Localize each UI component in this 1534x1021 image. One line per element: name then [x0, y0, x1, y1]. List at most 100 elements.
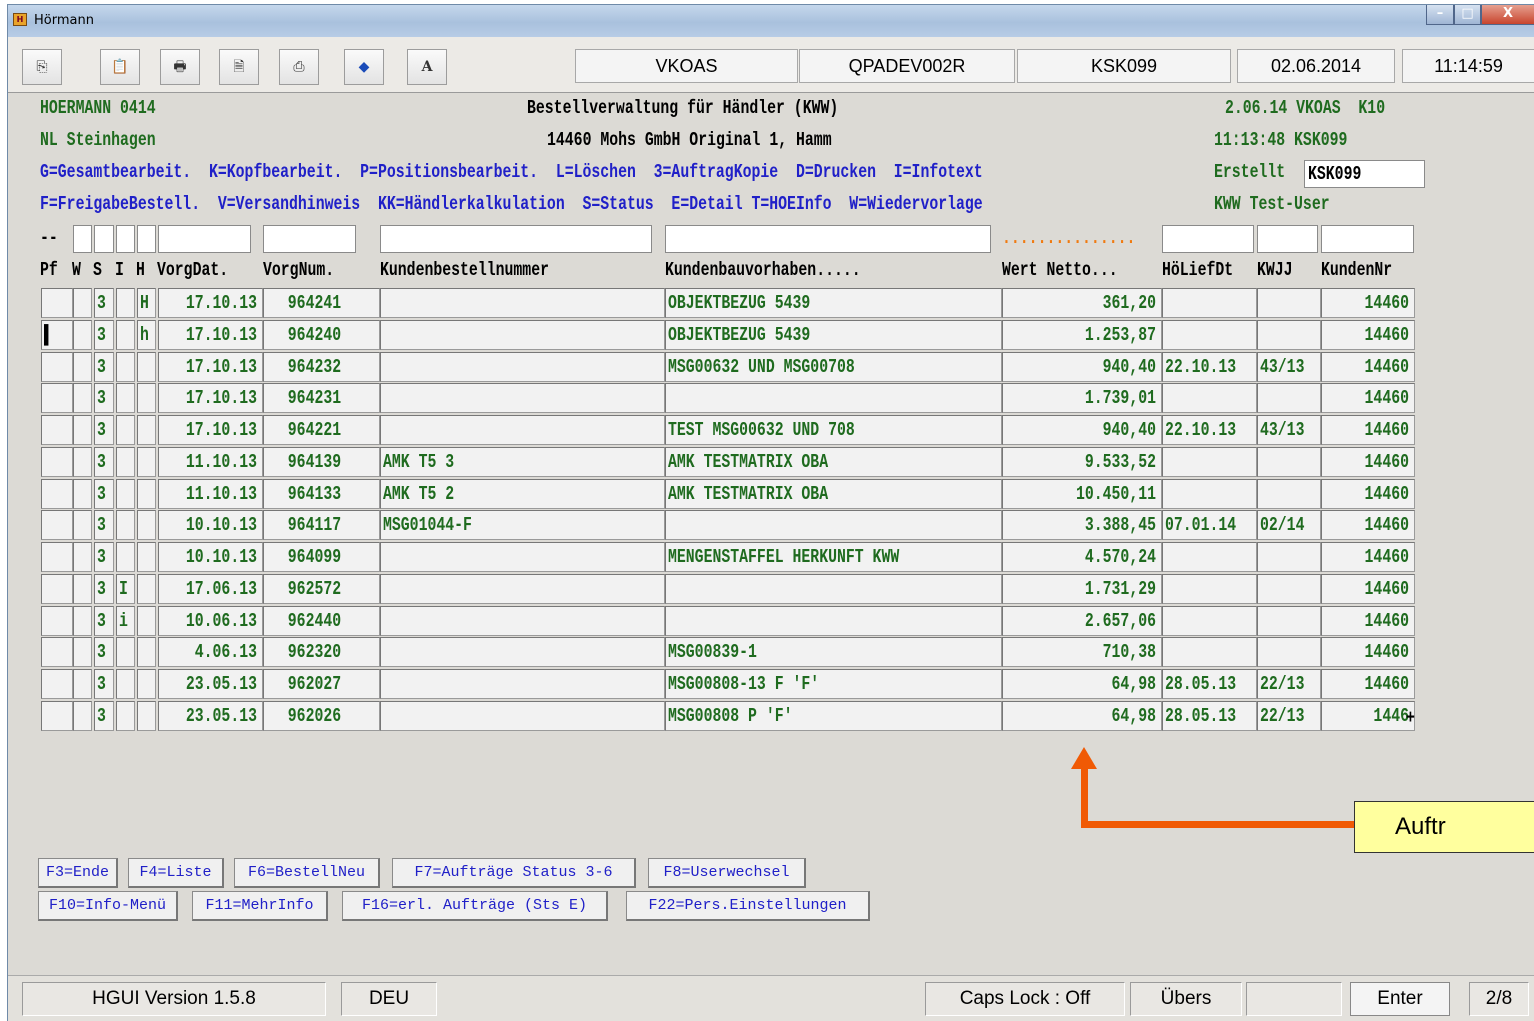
- cell-w-box[interactable]: [73, 542, 92, 572]
- cell-w-box[interactable]: [73, 637, 92, 668]
- cell-kundennr: 14460: [1364, 419, 1409, 441]
- cell-vorgnum: 962572: [287, 577, 341, 600]
- fkey-f11-mehrinfo[interactable]: F11=MehrInfo: [192, 891, 328, 921]
- cell-liefdt-box: [1162, 605, 1257, 636]
- annotation-callout: Auftr: [1354, 801, 1534, 853]
- cell-bestellnr: AMK T5 2: [383, 482, 455, 505]
- cell-s: 3: [97, 450, 106, 473]
- print-icon[interactable]: 🖶: [160, 49, 200, 85]
- diamond-icon[interactable]: ◆: [344, 49, 384, 85]
- fkey-f4-liste[interactable]: F4=Liste: [128, 858, 224, 888]
- user-name-label: KWW Test-User: [1214, 193, 1330, 215]
- col-s: S: [93, 259, 102, 281]
- cell-s: 3: [97, 673, 106, 695]
- cell-pf-box[interactable]: [41, 351, 73, 382]
- col-bestellnr: Kundenbestellnummer: [380, 259, 549, 281]
- cell-i-box: [116, 319, 135, 350]
- cell-w-box[interactable]: [73, 351, 92, 382]
- cell-w-box[interactable]: [73, 478, 92, 509]
- cell-w-box[interactable]: [73, 669, 92, 699]
- cell-wert: 940,40: [1102, 419, 1156, 441]
- copy-icon[interactable]: ⎘: [22, 49, 62, 85]
- cell-w-box[interactable]: [73, 510, 92, 541]
- window-title: Hörmann: [34, 13, 94, 28]
- maximize-button[interactable]: □: [1454, 5, 1481, 25]
- filter-vorgnum[interactable]: [263, 225, 356, 253]
- cell-pf-box[interactable]: [41, 573, 73, 604]
- fkey-f7-auftraege[interactable]: F7=Aufträge Status 3-6: [392, 858, 636, 888]
- cell-w-box[interactable]: [73, 700, 92, 731]
- annotation-arrow-line-horizontal: [1081, 821, 1354, 828]
- cell-pf-box[interactable]: [41, 510, 73, 541]
- fkey-f22-einstellungen[interactable]: F22=Pers.Einstellungen: [626, 891, 870, 921]
- cell-h-box: [137, 383, 156, 414]
- cell-bauvorhaben: TEST MSG00632 UND 708: [668, 419, 855, 441]
- cell-pf-box[interactable]: [41, 542, 73, 572]
- filter-kundennr[interactable]: [1321, 225, 1414, 253]
- fkey-f3-ende[interactable]: F3=Ende: [38, 858, 118, 888]
- filter-marker: --: [40, 227, 58, 249]
- cell-pf-box[interactable]: [41, 383, 73, 414]
- cell-kwjj-box: [1257, 319, 1321, 350]
- fkey-f6-bestellneu[interactable]: F6=BestellNeu: [234, 858, 380, 888]
- cell-w-box[interactable]: [73, 605, 92, 636]
- cell-bauvorhaben: MSG00839-1: [668, 641, 757, 664]
- filter-liefdt[interactable]: [1162, 225, 1254, 253]
- cell-pf-box[interactable]: [41, 669, 73, 699]
- page-title: Bestellverwaltung für Händler (KWW): [527, 97, 839, 119]
- cell-pf-box[interactable]: [41, 637, 73, 668]
- fkey-f10-infomenu[interactable]: F10=Info-Menü: [38, 891, 178, 921]
- cell-pf-box[interactable]: [41, 700, 73, 731]
- print-screen-icon[interactable]: ⎙: [279, 49, 319, 85]
- cell-vorgdat: 17.10.13: [185, 387, 257, 410]
- cell-kundennr: 14460: [1364, 387, 1409, 410]
- cell-i-box: [116, 383, 135, 414]
- app-window: H Hörmann – □ X ⎘ 📋 🖶 🗎 ⎙ ◆ A VKOAS QPAD…: [7, 4, 1534, 1021]
- close-button[interactable]: X: [1481, 5, 1534, 25]
- filter-vorgdat[interactable]: [158, 225, 251, 253]
- fkey-f16-erl-auftraege[interactable]: F16=erl. Aufträge (Sts E): [342, 891, 608, 921]
- cell-vorgnum: 964232: [287, 355, 341, 378]
- cell-wert: 64,98: [1111, 704, 1156, 727]
- program-field: QPADEV002R: [799, 49, 1015, 83]
- cell-pf-box[interactable]: [41, 415, 73, 445]
- cell-w-box[interactable]: [73, 383, 92, 414]
- filter-kwjj[interactable]: [1257, 225, 1318, 253]
- fkey-f8-userwechsel[interactable]: F8=Userwechsel: [648, 858, 806, 888]
- toolbar: ⎘ 📋 🖶 🗎 ⎙ ◆ A VKOAS QPADEV002R KSK099 02…: [8, 37, 1534, 93]
- cell-w-box[interactable]: [73, 446, 92, 477]
- cell-pf-box[interactable]: [41, 446, 73, 477]
- cell-bauvorhaben: MSG00632 UND MSG00708: [668, 355, 855, 378]
- status-bar: HGUI Version 1.5.8 DEU Caps Lock : Off Ü…: [8, 975, 1534, 1021]
- cell-vorgnum: 962320: [287, 641, 341, 664]
- filter-w[interactable]: [73, 225, 92, 253]
- cell-bauvorhaben: AMK TESTMATRIX OBA: [668, 482, 829, 505]
- cell-pf-box[interactable]: [41, 288, 73, 318]
- enter-button[interactable]: Enter: [1350, 982, 1450, 1016]
- font-icon[interactable]: A: [407, 49, 447, 85]
- cell-pf-box[interactable]: [41, 605, 73, 636]
- minimize-button[interactable]: –: [1426, 5, 1454, 25]
- cell-h-box: [137, 351, 156, 382]
- print-preview-icon[interactable]: 🗎: [219, 49, 259, 85]
- cell-h-box: [137, 573, 156, 604]
- cell-pf-box[interactable]: [41, 478, 73, 509]
- filter-h[interactable]: [137, 225, 156, 253]
- cell-w-box[interactable]: [73, 319, 92, 350]
- filter-s[interactable]: [94, 225, 114, 253]
- cell-w-box[interactable]: [73, 288, 92, 318]
- cell-vorgdat: 10.10.13: [185, 546, 257, 568]
- cell-bauvorhaben-box: [665, 383, 1002, 414]
- cell-h: h: [140, 323, 149, 346]
- cell-w-box[interactable]: [73, 573, 92, 604]
- paste-icon[interactable]: 📋: [100, 49, 140, 85]
- cell-kundennr: 14460: [1364, 323, 1409, 346]
- filter-bestellnr[interactable]: [380, 225, 652, 253]
- filter-i[interactable]: [116, 225, 135, 253]
- cell-w-box[interactable]: [73, 415, 92, 445]
- cell-kwjj: 22/13: [1260, 673, 1305, 695]
- cell-kundennr: 14460: [1364, 609, 1409, 632]
- hormann-logo-icon: H: [13, 13, 27, 26]
- filter-bauvorhaben[interactable]: [665, 225, 991, 253]
- cell-h-box: [137, 700, 156, 731]
